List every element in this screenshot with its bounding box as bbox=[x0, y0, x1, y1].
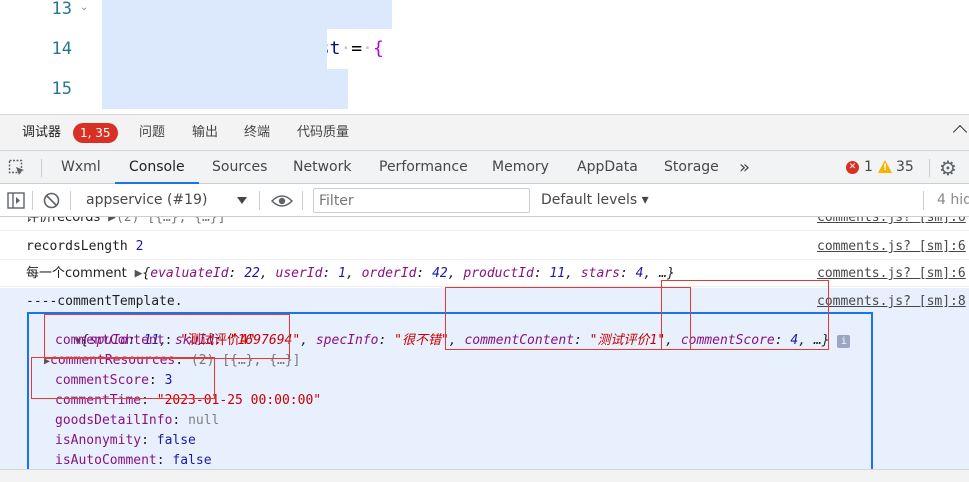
divider bbox=[302, 191, 303, 210]
error-count[interactable]: 1 bbox=[864, 151, 873, 184]
hidden-count: 4 hidden bbox=[937, 192, 969, 208]
fold-chevron-icon[interactable]: ⌄ bbox=[80, 3, 88, 13]
tab-network[interactable]: Network bbox=[293, 151, 351, 184]
log-levels-dropdown[interactable]: Default levels ▾ bbox=[541, 184, 649, 217]
red-highlight-box bbox=[445, 287, 691, 350]
tab-debugger[interactable]: 调试器 bbox=[22, 115, 61, 151]
code-text[interactable]: ···pageSize:·10, bbox=[102, 69, 349, 109]
source-link[interactable]: comments.js? [sm]:6 bbox=[817, 260, 966, 287]
tab-output[interactable]: 输出 bbox=[192, 115, 218, 151]
line-number: 14 bbox=[51, 39, 72, 59]
code-line-13[interactable]: 13 ⌄ ·let·commentList·=·{ bbox=[0, 0, 969, 59]
divider bbox=[70, 191, 71, 210]
expand-triangle-icon[interactable]: ▶ bbox=[108, 217, 116, 225]
code-line-15[interactable]: 15 ···pageSize:·10, bbox=[0, 69, 969, 109]
red-highlight-box bbox=[661, 280, 829, 350]
clear-console-icon[interactable] bbox=[43, 192, 60, 209]
code-text[interactable]: ·let·commentList·=·{ bbox=[102, 0, 392, 59]
divider bbox=[259, 191, 260, 210]
tab-code-quality[interactable]: 代码质量 bbox=[297, 115, 349, 151]
divider bbox=[41, 159, 42, 177]
live-expression-eye-icon[interactable] bbox=[271, 194, 293, 208]
filter-input[interactable] bbox=[313, 188, 530, 213]
panel-tabs: 调试器 1, 35 问题 输出 终端 代码质量 bbox=[0, 114, 969, 150]
line-number: 13 bbox=[51, 0, 72, 19]
tab-terminal[interactable]: 终端 bbox=[244, 115, 270, 151]
more-tabs-icon[interactable]: » bbox=[739, 151, 750, 184]
line-number: 15 bbox=[51, 79, 72, 99]
devtools-tabs: Wxml Console Sources Network Performance… bbox=[0, 150, 969, 184]
tab-console[interactable]: Console bbox=[115, 151, 199, 184]
console-message[interactable]: 评价records ▶(2) [{…}, {…}] comments.js? [… bbox=[0, 217, 969, 231]
console-output[interactable]: 评价records ▶(2) [{…}, {…}] comments.js? [… bbox=[0, 217, 969, 469]
tab-performance[interactable]: Performance bbox=[379, 151, 468, 184]
tab-sources[interactable]: Sources bbox=[212, 151, 267, 184]
divider bbox=[929, 159, 930, 177]
error-circle-icon: ✕ bbox=[846, 161, 859, 174]
code-text[interactable]: ···pageNum:·1, bbox=[102, 29, 327, 99]
code-line-14[interactable]: 14 ···pageNum:·1, bbox=[0, 29, 969, 99]
status-bar bbox=[0, 469, 969, 482]
gear-icon[interactable]: ⚙ bbox=[939, 158, 957, 178]
tab-storage[interactable]: Storage bbox=[664, 151, 719, 184]
source-link[interactable]: comments.js? [sm]:6 bbox=[817, 217, 966, 231]
console-message[interactable]: recordsLength 2 comments.js? [sm]:6 bbox=[0, 233, 969, 260]
chevron-down-icon[interactable] bbox=[237, 197, 247, 204]
source-link[interactable]: comments.js? [sm]:6 bbox=[817, 233, 966, 260]
red-highlight-box bbox=[44, 314, 290, 359]
divider bbox=[923, 191, 924, 210]
red-highlight-box bbox=[31, 357, 215, 399]
tab-appdata[interactable]: AppData bbox=[577, 151, 638, 184]
divider bbox=[32, 191, 33, 210]
sidebar-toggle-icon[interactable] bbox=[7, 192, 25, 209]
tab-problems[interactable]: 问题 bbox=[139, 115, 165, 151]
code-editor[interactable]: 13 ⌄ ·let·commentList·=·{ 14 ···pageNum:… bbox=[0, 0, 969, 114]
tab-wxml[interactable]: Wxml bbox=[61, 151, 101, 184]
warning-count[interactable]: 35 bbox=[896, 151, 914, 184]
collapse-panel-icon[interactable] bbox=[952, 124, 968, 140]
error-warning-badge: 1, 35 bbox=[73, 123, 118, 143]
inspect-element-icon[interactable] bbox=[8, 159, 26, 177]
console-toolbar: appservice (#19) Default levels ▾ 4 hidd… bbox=[0, 184, 969, 217]
tab-memory[interactable]: Memory bbox=[492, 151, 549, 184]
context-selector[interactable]: appservice (#19) bbox=[86, 184, 207, 217]
